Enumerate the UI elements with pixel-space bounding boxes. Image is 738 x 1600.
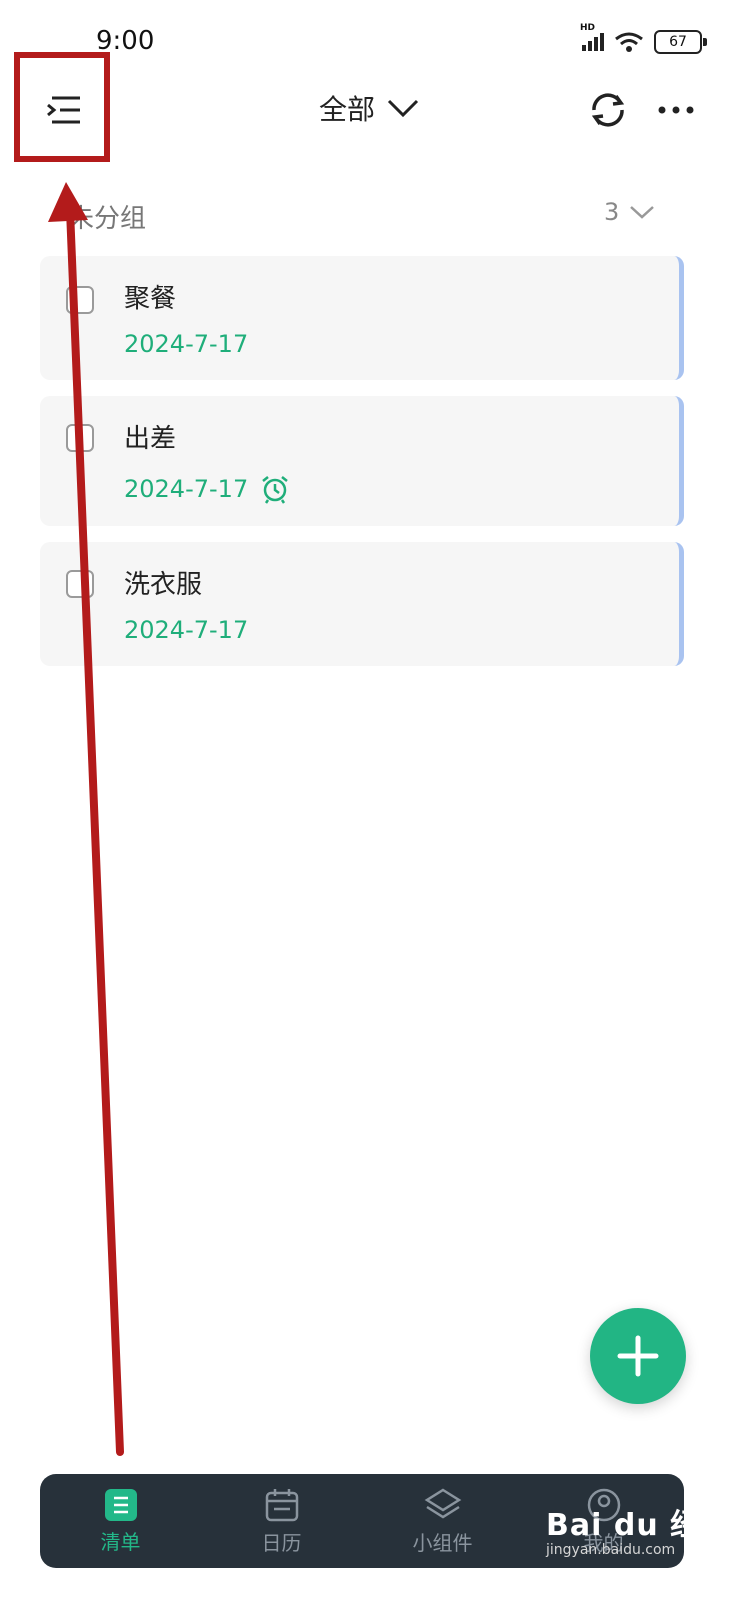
add-task-button[interactable]	[590, 1308, 686, 1404]
list-icon	[104, 1488, 137, 1521]
task-item[interactable]: 聚餐 2024-7-17	[40, 256, 684, 380]
battery-level: 67	[669, 34, 687, 50]
battery-icon: 67	[654, 30, 707, 54]
task-checkbox[interactable]	[66, 570, 94, 598]
task-date-text: 2024-7-17	[124, 475, 249, 503]
nav-label: 日历	[261, 1530, 302, 1555]
plus-icon	[617, 1335, 659, 1377]
task-checkbox[interactable]	[66, 424, 94, 452]
task-date-text: 2024-7-17	[124, 330, 249, 358]
watermark: Bai du 经验 jingyan.baidu.com	[546, 1500, 732, 1558]
group-filter-dropdown[interactable]: 全部	[319, 88, 419, 128]
header-title-label: 全部	[318, 93, 375, 126]
sync-button[interactable]	[586, 88, 630, 132]
network-label: HD	[580, 23, 596, 33]
task-date-text: 2024-7-17	[124, 616, 249, 644]
calendar-icon	[265, 1488, 298, 1521]
watermark-url: jingyan.baidu.com	[546, 1542, 676, 1558]
wifi-icon	[615, 32, 643, 52]
sync-icon	[591, 93, 625, 127]
nav-label: 清单	[100, 1529, 141, 1554]
layers-icon	[424, 1488, 461, 1518]
group-count: 3	[604, 198, 620, 226]
task-item[interactable]: 出差 2024-7-17	[40, 396, 684, 526]
more-button[interactable]	[654, 96, 698, 124]
group-collapse-toggle[interactable]: 3	[604, 198, 655, 226]
task-checkbox[interactable]	[66, 286, 94, 314]
chevron-down-icon	[630, 206, 655, 219]
task-date: 2024-7-17	[124, 474, 290, 504]
task-date: 2024-7-17	[124, 616, 248, 644]
status-icons: HD 67	[580, 23, 707, 54]
signal-icon: HD	[580, 23, 604, 51]
task-title: 洗衣服	[124, 570, 203, 600]
task-item[interactable]: 洗衣服 2024-7-17	[40, 542, 684, 666]
group-label: 未分组	[68, 204, 147, 234]
chevron-down-icon	[387, 99, 419, 118]
task-title: 出差	[124, 424, 177, 454]
nav-label: 小组件	[412, 1530, 473, 1555]
nav-item-list[interactable]: 清单	[61, 1488, 181, 1555]
more-horizontal-icon	[658, 106, 694, 114]
alarm-clock-icon	[262, 476, 288, 504]
nav-item-widgets[interactable]: 小组件	[383, 1487, 503, 1556]
task-date: 2024-7-17	[124, 330, 248, 358]
watermark-brand: Bai du 经验	[546, 1508, 733, 1543]
nav-item-calendar[interactable]: 日历	[222, 1487, 342, 1556]
annotation-highlight-box	[14, 52, 110, 162]
task-title: 聚餐	[124, 284, 177, 314]
